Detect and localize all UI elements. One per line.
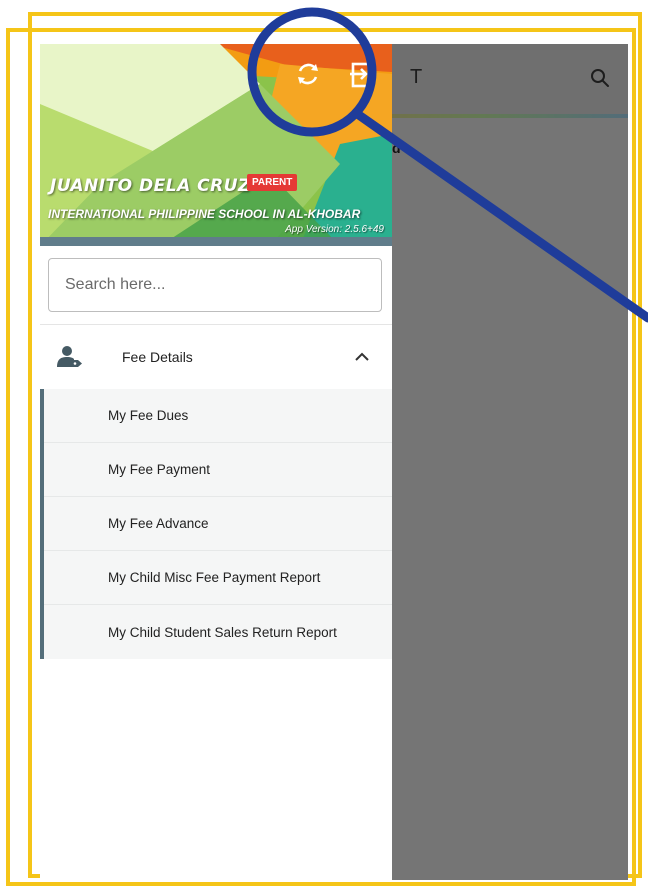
menu-item-sales-return-report[interactable]: My Child Student Sales Return Report	[44, 605, 392, 659]
chevron-up-icon[interactable]	[352, 347, 372, 367]
menu-item-my-fee-advance[interactable]: My Fee Advance	[44, 497, 392, 551]
search-icon[interactable]	[588, 66, 612, 90]
logout-icon[interactable]	[346, 58, 378, 90]
app-screen: T d JUANITO DELA CRUZ PARENT INTERNATION…	[40, 44, 628, 880]
menu-section-fee-details[interactable]: Fee Details	[40, 325, 392, 389]
school-name: INTERNATIONAL PHILIPPINE SCHOOL IN AL-KH…	[48, 207, 361, 221]
fee-details-submenu: My Fee Dues My Fee Payment My Fee Advanc…	[40, 389, 392, 659]
sync-icon[interactable]	[292, 58, 324, 90]
background-text: d	[392, 140, 401, 156]
user-tag-icon	[57, 346, 82, 367]
app-version: App Version: 2.5.6+49	[285, 224, 384, 235]
background-title: T	[410, 66, 423, 88]
menu-item-misc-fee-payment-report[interactable]: My Child Misc Fee Payment Report	[44, 551, 392, 605]
menu-section-label: Fee Details	[122, 349, 193, 365]
search-input[interactable]	[49, 259, 381, 311]
menu-item-my-fee-payment[interactable]: My Fee Payment	[44, 443, 392, 497]
role-badge: PARENT	[247, 174, 298, 191]
search-field[interactable]	[48, 258, 382, 312]
user-name: JUANITO DELA CRUZ	[50, 176, 251, 196]
navigation-drawer: JUANITO DELA CRUZ PARENT INTERNATIONAL P…	[40, 44, 392, 880]
menu-item-my-fee-dues[interactable]: My Fee Dues	[44, 389, 392, 443]
drawer-header: JUANITO DELA CRUZ PARENT INTERNATIONAL P…	[40, 44, 392, 246]
